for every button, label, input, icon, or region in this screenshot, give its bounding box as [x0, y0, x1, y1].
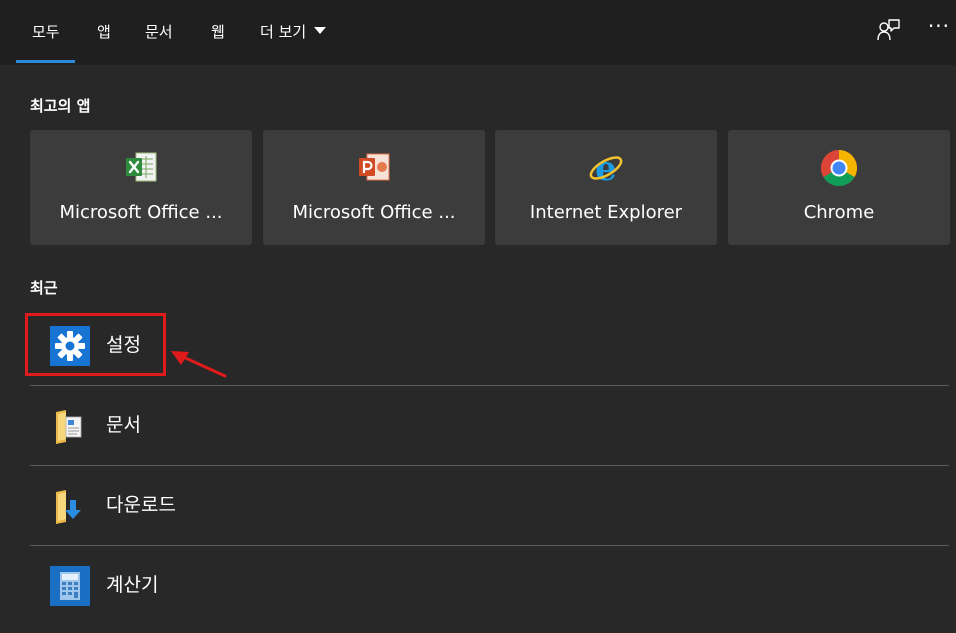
highlight-box	[25, 313, 166, 376]
annotation-arrow-icon	[171, 351, 227, 378]
top-app-tile-internet-explorer[interactable]: e Internet Explorer	[495, 130, 717, 245]
tab-web[interactable]: 웹	[211, 0, 225, 65]
top-app-tile-chrome[interactable]: Chrome	[728, 130, 950, 245]
tab-documents[interactable]: 문서	[145, 0, 173, 65]
documents-folder-icon	[50, 406, 90, 446]
top-app-tile-powerpoint[interactable]: Microsoft Office ...	[263, 130, 485, 245]
tab-more-label: 더 보기	[260, 23, 307, 41]
powerpoint-icon	[355, 149, 393, 187]
tile-label: Microsoft Office ...	[59, 202, 223, 223]
tab-all[interactable]: 모두	[16, 0, 75, 65]
svg-text:e: e	[595, 149, 617, 187]
recent-item-downloads[interactable]: 다운로드	[30, 466, 949, 545]
downloads-folder-icon	[50, 486, 90, 526]
feedback-icon[interactable]	[876, 18, 900, 46]
tile-label: Chrome	[803, 202, 875, 223]
chrome-icon	[820, 149, 858, 187]
internet-explorer-icon: e	[587, 149, 625, 189]
tab-more[interactable]: 더 보기	[260, 0, 327, 65]
top-apps-heading: 최고의 앱	[30, 97, 91, 115]
excel-icon	[122, 149, 160, 187]
recent-item-label: 계산기	[106, 574, 159, 596]
recent-item-documents[interactable]: 문서	[30, 386, 949, 465]
top-app-tile-excel[interactable]: Microsoft Office ...	[30, 130, 252, 245]
calculator-icon	[50, 566, 90, 606]
tile-label: Microsoft Office ...	[292, 202, 456, 223]
more-options-icon[interactable]: ···	[928, 14, 950, 38]
chevron-down-icon	[314, 27, 327, 34]
tab-apps[interactable]: 앱	[97, 0, 111, 65]
recent-item-label: 문서	[106, 414, 141, 436]
search-tab-bar: 모두 앱 문서 웹 더 보기 ···	[0, 0, 956, 65]
tile-label: Internet Explorer	[529, 202, 683, 223]
recent-item-label: 다운로드	[106, 494, 176, 516]
recent-item-calculator[interactable]: 계산기	[30, 546, 949, 625]
recent-heading: 최근	[30, 279, 58, 297]
